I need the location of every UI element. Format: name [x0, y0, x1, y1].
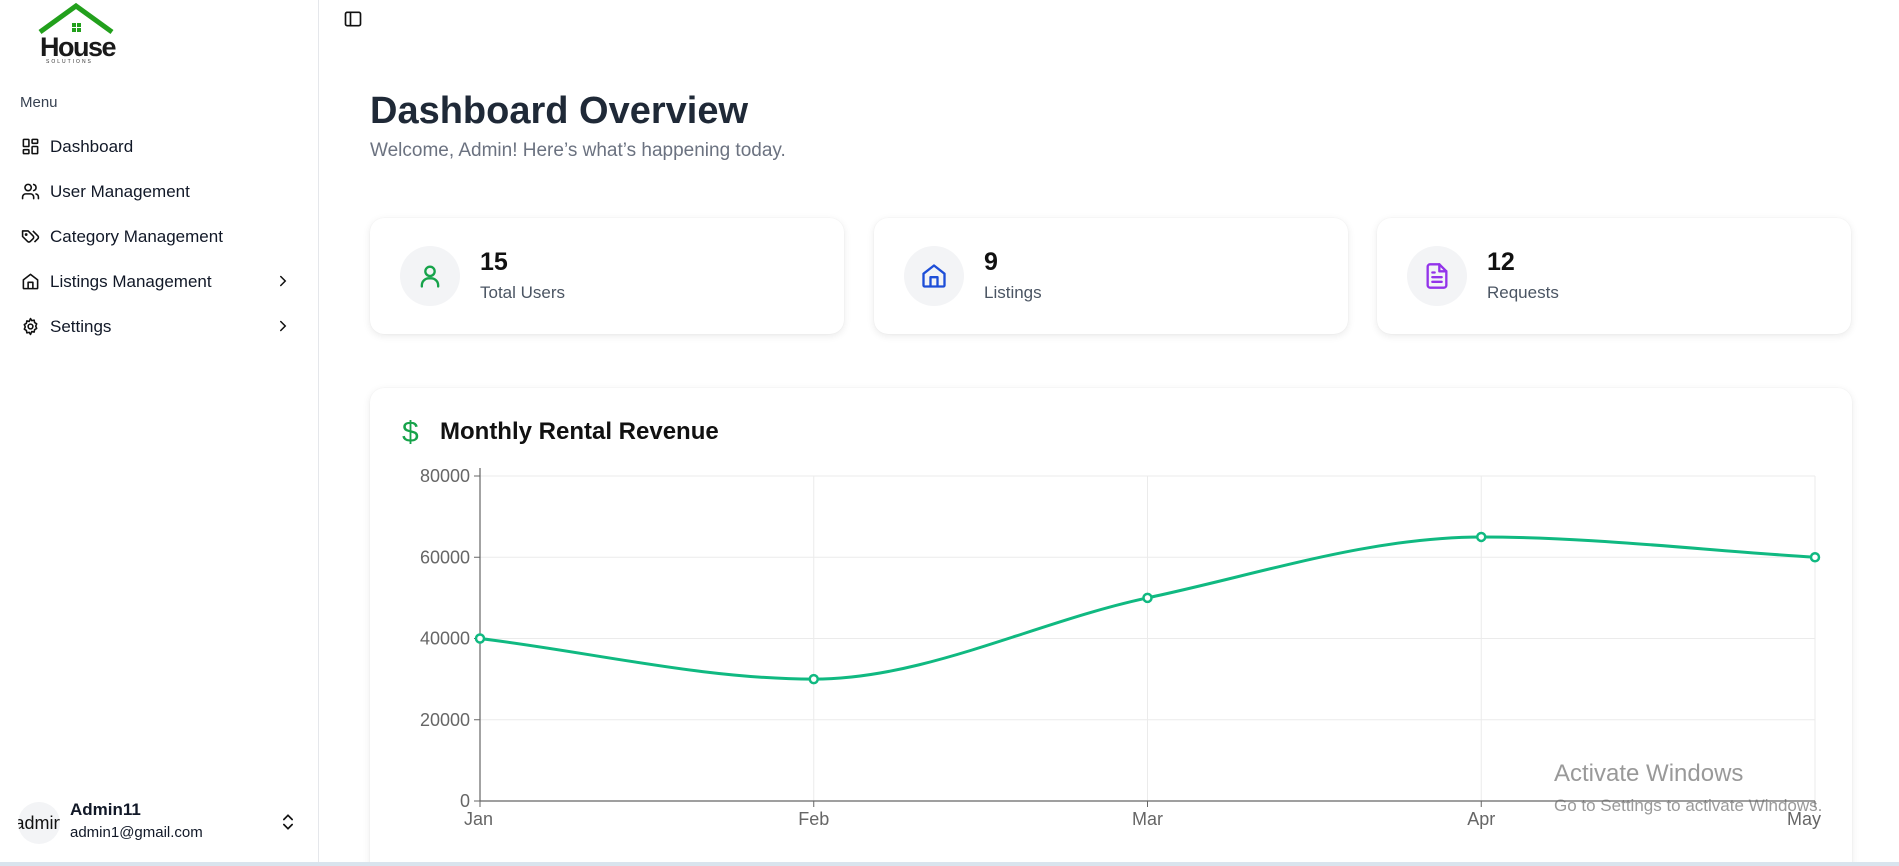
home-icon [20, 272, 40, 292]
data-point [1476, 531, 1487, 543]
house-solutions-logo[interactable]: House SOLUTIONS [36, 2, 144, 66]
page-subtitle: Welcome, Admin! Here’s what’s happening … [370, 140, 786, 161]
sidebar-item-label: Category Management [50, 226, 223, 246]
stat-label: Listings [984, 283, 1042, 302]
gear-icon [20, 317, 40, 337]
sidebar-item-label: User Management [50, 181, 190, 201]
stat-value: 15 [480, 248, 508, 276]
x-tick-label: Apr [1467, 809, 1495, 829]
revenue-line-chart: 0 20000 40000 60000 80000 Jan Feb Mar Apr May [420, 466, 1821, 829]
user-name: Admin11 [70, 800, 141, 819]
stat-value: 9 [984, 248, 998, 276]
dashboard-icon [20, 137, 40, 157]
sidebar-item-label: Listings Management [50, 271, 212, 291]
stat-card-total-users: 15 Total Users [370, 218, 844, 334]
sidebar-item-label: Dashboard [50, 136, 134, 156]
data-point [1809, 552, 1821, 563]
user-icon [400, 246, 460, 306]
sidebar: House SOLUTIONS Menu Dashboard User Mana… [0, 0, 319, 866]
sidebar-nav: Dashboard User Management Category Manag… [12, 124, 308, 349]
x-tick-label: Jan [464, 809, 493, 829]
stat-card-listings: 9 Listings [874, 218, 1348, 334]
sidebar-item-dashboard[interactable]: Dashboard [12, 124, 308, 169]
panel-left-icon [343, 9, 363, 34]
tags-icon [20, 227, 40, 247]
chevron-right-icon [274, 272, 292, 290]
stat-label: Requests [1487, 283, 1559, 302]
x-tick-label: Mar [1132, 809, 1163, 829]
y-tick-label: 0 [460, 791, 470, 811]
chevron-right-icon [274, 317, 292, 335]
data-point [808, 673, 819, 685]
document-icon [1407, 246, 1467, 306]
svg-text:House: House [40, 32, 117, 62]
avatar: admin [18, 802, 60, 844]
x-tick-label: May [1787, 809, 1821, 829]
taskbar-edge [0, 862, 1899, 866]
sidebar-item-category-management[interactable]: Category Management [12, 214, 308, 259]
stat-value: 12 [1487, 248, 1515, 276]
sidebar-item-settings[interactable]: Settings [12, 304, 308, 349]
y-tick-label: 80000 [420, 466, 470, 486]
data-point [1142, 592, 1153, 604]
chevrons-up-down-icon[interactable] [278, 812, 298, 832]
y-tick-label: 40000 [420, 629, 470, 649]
users-icon [20, 182, 40, 202]
home-icon [904, 246, 964, 306]
menu-heading: Menu [20, 94, 58, 111]
y-tick-label: 60000 [420, 547, 470, 567]
app-root: House SOLUTIONS Menu Dashboard User Mana… [0, 0, 1899, 866]
user-menu[interactable]: admin Admin11 admin1@gmail.com [18, 800, 308, 844]
x-tick-label: Feb [798, 809, 829, 829]
sidebar-item-label: Settings [50, 316, 112, 336]
page-title: Dashboard Overview [370, 90, 749, 132]
sidebar-toggle-button[interactable] [340, 8, 366, 34]
stat-label: Total Users [480, 283, 566, 302]
sidebar-item-listings-management[interactable]: Listings Management [12, 259, 308, 304]
svg-text:SOLUTIONS: SOLUTIONS [46, 59, 93, 65]
revenue-chart-card: $ Monthly Rental Revenue 0 20000 40000 6000… [370, 388, 1852, 866]
sidebar-item-user-management[interactable]: User Management [12, 169, 308, 214]
stat-card-requests: 12 Requests [1377, 218, 1851, 334]
y-tick-label: 20000 [420, 710, 470, 730]
user-email: admin1@gmail.com [70, 824, 203, 841]
data-point [474, 633, 486, 644]
